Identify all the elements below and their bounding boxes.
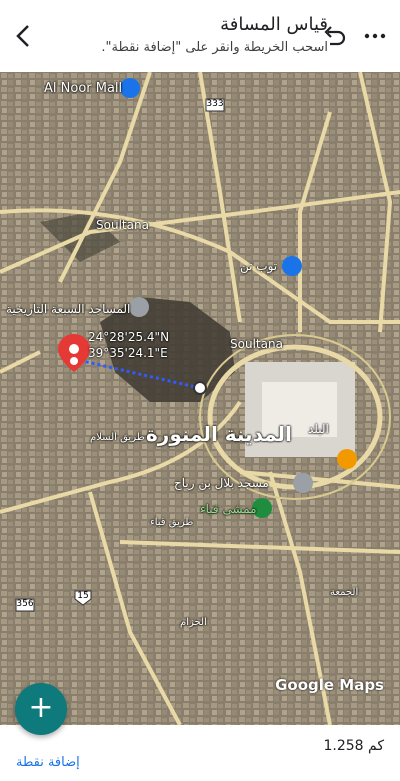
- coordinate-lat: 24°28'25.4"N: [88, 330, 170, 344]
- satellite-map[interactable]: Al Noor Mall 333 356 15 Soultana Soultan…: [0, 72, 400, 725]
- city-label-madinah: المدينة المنورة: [146, 422, 292, 446]
- plus-icon: +: [28, 690, 54, 725]
- area-label-hizam: الحزام: [180, 617, 207, 628]
- poi-top-ten[interactable]: توب تن: [240, 259, 277, 273]
- road-label-soultana-2: Soultana: [230, 337, 283, 351]
- poi-bilal-mosque[interactable]: مسجد بلال بن رباح: [174, 476, 269, 490]
- instruction-text: اسحب الخريطة وانقر على "إضافة نقطة".: [101, 40, 328, 55]
- google-maps-attribution: Google Maps: [275, 676, 384, 694]
- poi-quba-walkway[interactable]: ممشى قباء: [200, 502, 257, 516]
- road-shield-356: 356: [16, 599, 34, 609]
- poi-seven-mosques[interactable]: المساجد السبعة التاريخية: [6, 302, 130, 316]
- undo-icon[interactable]: [322, 24, 348, 48]
- poi-balad[interactable]: البلد: [308, 422, 329, 436]
- more-horiz-icon[interactable]: [362, 24, 388, 48]
- chevron-left-icon[interactable]: [10, 18, 38, 54]
- page-title: قياس المسافة: [220, 14, 328, 35]
- road-shield-333: 333: [206, 99, 224, 109]
- road-label-quba: طريق قباء: [150, 517, 194, 528]
- road-label-soultana: Soultana: [96, 218, 149, 232]
- distance-readout: 1.258 كم: [323, 738, 384, 754]
- top-bar: قياس المسافة اسحب الخريطة وانقر على "إضا…: [0, 0, 400, 72]
- road-label-salam: طريق السلام: [90, 432, 145, 443]
- road-shield-15: 15: [77, 591, 89, 601]
- add-point-fab[interactable]: +: [15, 683, 67, 735]
- coordinate-lng: 39°35'24.1"E: [88, 346, 168, 360]
- add-point-link[interactable]: إضافة نقطة: [16, 755, 80, 770]
- poi-al-noor-mall[interactable]: Al Noor Mall: [44, 81, 122, 96]
- area-label-jumuah: الجمعة: [330, 587, 359, 598]
